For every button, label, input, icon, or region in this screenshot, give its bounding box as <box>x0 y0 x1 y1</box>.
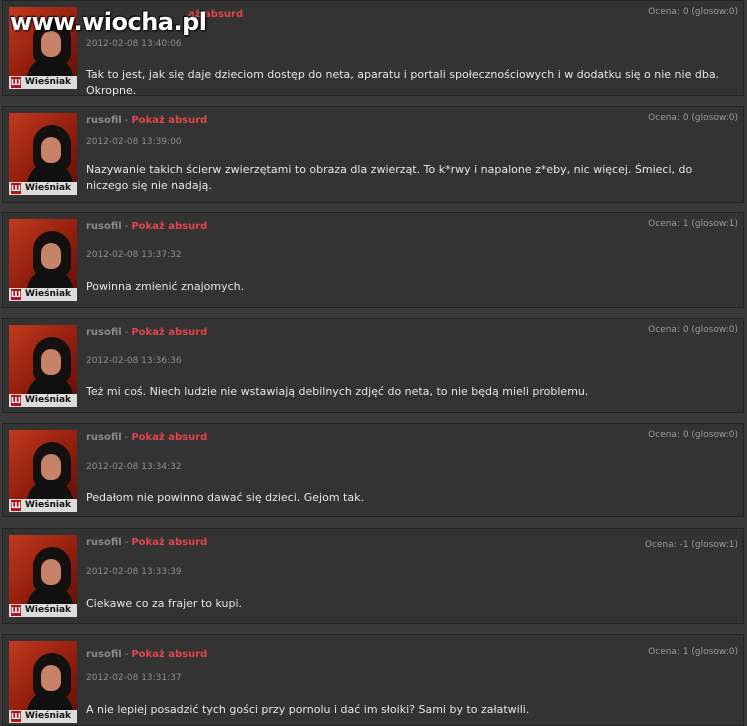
avatar[interactable]: Ш Wieśniak <box>9 325 77 407</box>
rank-badge: Ш Wieśniak <box>9 604 77 617</box>
avatar[interactable]: Ш Wieśniak <box>9 219 77 301</box>
rating: Ocena: -1 (glosow:1) <box>644 540 738 550</box>
report-link[interactable]: Pokaż absurd <box>131 221 207 232</box>
rank-icon: Ш <box>11 289 21 300</box>
comment-text: Pedałom nie powinno dawać się dzieci. Ge… <box>86 491 364 504</box>
comment: Ш Wieśniak rusofil - Pokaż absurd 2012-02-… <box>2 212 744 308</box>
report-link[interactable]: Pokaż absurd <box>131 432 207 443</box>
author-link[interactable]: rusofil <box>86 115 122 126</box>
comment-text: Powinna zmienić znajomych. <box>86 280 245 293</box>
site-logo[interactable]: www.wiocha.pl <box>10 8 207 36</box>
comment-text: Nazywanie takich ścierw zwierzętami to o… <box>86 163 693 192</box>
comment: Ш Wieśniak rusofil - Pokaż absurd 2012-02-… <box>2 528 744 624</box>
meta-separator: - <box>124 649 129 660</box>
rank-badge: Ш Wieśniak <box>9 76 77 89</box>
meta-separator: - <box>124 115 129 126</box>
rank-icon: Ш <box>11 605 21 616</box>
comment: Ш Wieśniak rusofil - Pokaż absurd 2012-02-… <box>2 634 744 726</box>
rank-icon: Ш <box>11 183 21 194</box>
report-link[interactable]: Pokaż absurd <box>131 649 207 660</box>
report-link[interactable]: Pokaż absurd <box>131 115 207 126</box>
rank-badge: Ш Wieśniak <box>9 710 77 723</box>
author-link[interactable]: rusofil <box>86 649 122 660</box>
comment-date: 2012-02-08 13:33:39 <box>86 567 182 577</box>
comment-meta: rusofil - Pokaż absurd <box>86 649 207 660</box>
comment-text: Ciekawe co za frajer to kupi. <box>86 597 243 610</box>
report-link[interactable]: Pokaż absurd <box>131 537 207 548</box>
comment-date: 2012-02-08 13:36:36 <box>86 356 182 366</box>
rank-badge: Ш Wieśniak <box>9 499 77 512</box>
author-link[interactable]: rusofil <box>86 221 122 232</box>
avatar[interactable]: Ш Wieśniak <box>9 641 77 723</box>
rank-icon: Ш <box>11 500 21 511</box>
comment-text: Też mi coś. Niech ludzie nie wstawiają d… <box>86 385 589 398</box>
comment-date: 2012-02-08 13:39:00 <box>86 137 182 147</box>
rank-label: Wieśniak <box>25 289 72 299</box>
rank-label: Wieśniak <box>25 395 72 405</box>
comment-meta: rusofil - Pokaż absurd <box>86 432 207 443</box>
rating: Ocena: 0 (glosow:0) <box>648 325 738 335</box>
author-link[interactable]: rusofil <box>86 432 122 443</box>
author-link[interactable]: rusofil <box>86 537 122 548</box>
rating: Ocena: 0 (glosow:0) <box>648 430 738 440</box>
comment: Ш Wieśniak rusofil - Pokaż absurd 2012-02-… <box>2 318 744 413</box>
rating: Ocena: 0 (glosow:0) <box>648 113 738 123</box>
rank-badge: Ш Wieśniak <box>9 182 77 195</box>
rating: Ocena: 0 (glosow:0) <box>648 7 738 17</box>
avatar[interactable]: Ш Wieśniak <box>9 535 77 617</box>
rank-label: Wieśniak <box>25 183 72 193</box>
comment-meta: rusofil - Pokaż absurd <box>86 115 207 126</box>
rank-label: Wieśniak <box>25 605 72 615</box>
comment-date: 2012-02-08 13:40:06 <box>86 39 182 49</box>
comment-meta: rusofil - Pokaż absurd <box>86 221 207 232</box>
avatar[interactable]: Ш Wieśniak <box>9 113 77 195</box>
rank-label: Wieśniak <box>25 77 72 87</box>
rank-icon: Ш <box>11 711 21 722</box>
comment-date: 2012-02-08 13:34:32 <box>86 462 182 472</box>
meta-separator: - <box>124 537 129 548</box>
meta-separator: - <box>124 221 129 232</box>
comment-text: Tak to jest, jak się daje dzieciom dostę… <box>86 68 720 97</box>
comment-date: 2012-02-08 13:31:37 <box>86 673 182 683</box>
rank-badge: Ш Wieśniak <box>9 394 77 407</box>
meta-separator: - <box>124 432 129 443</box>
rating: Ocena: 1 (glosow:1) <box>648 219 738 229</box>
rank-icon: Ш <box>11 395 21 406</box>
rank-icon: Ш <box>11 77 21 88</box>
avatar[interactable]: Ш Wieśniak <box>9 430 77 512</box>
comment-meta: rusofil - Pokaż absurd <box>86 537 207 548</box>
comment: Ш Wieśniak rusofil - Pokaż absurd 2012-02-… <box>2 423 744 517</box>
comment-text: A nie lepiej posadzić tych gości przy po… <box>86 703 530 716</box>
comment: Ш Wieśniak rusofil - Pokaż absurd 2012-02-… <box>2 106 744 203</box>
rank-badge: Ш Wieśniak <box>9 288 77 301</box>
meta-separator: - <box>124 327 129 338</box>
comment-date: 2012-02-08 13:37:32 <box>86 250 182 260</box>
comment-meta: rusofil - Pokaż absurd <box>86 327 207 338</box>
rank-label: Wieśniak <box>25 711 72 721</box>
rating: Ocena: 1 (glosow:0) <box>648 647 738 657</box>
rank-label: Wieśniak <box>25 500 72 510</box>
author-link[interactable]: rusofil <box>86 327 122 338</box>
report-link[interactable]: Pokaż absurd <box>131 327 207 338</box>
